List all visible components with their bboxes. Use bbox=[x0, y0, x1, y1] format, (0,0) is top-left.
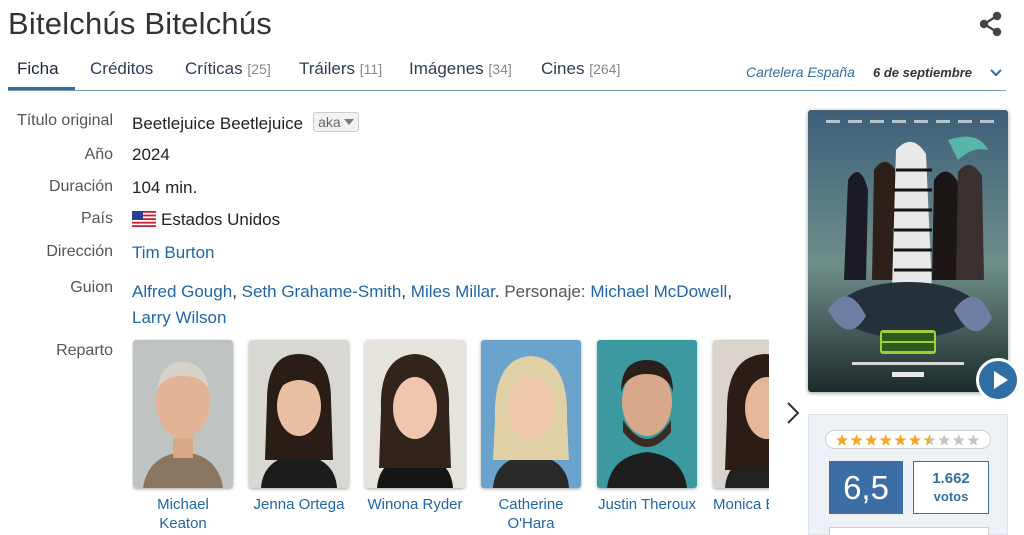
tab-cines[interactable]: Cines [264] bbox=[541, 59, 620, 79]
character-writer-link[interactable]: Larry Wilson bbox=[132, 308, 226, 327]
label-screenplay: Guion bbox=[70, 279, 113, 296]
aka-label: aka bbox=[318, 114, 341, 130]
label-duration: Duración bbox=[48, 178, 113, 195]
portrait-image bbox=[481, 340, 581, 488]
cast-member[interactable]: Justin Theroux bbox=[597, 340, 697, 514]
dropdown-arrow-icon bbox=[343, 119, 354, 125]
tab-count: [264] bbox=[589, 61, 621, 77]
cast-member[interactable]: Monica Bellucci bbox=[713, 340, 769, 514]
character-label: Personaje: bbox=[504, 282, 586, 301]
tab-count: [25] bbox=[247, 61, 271, 77]
label-cast: Reparto bbox=[56, 342, 113, 359]
star-empty-icon bbox=[967, 434, 980, 446]
rating-box: 6,5 1.662 votos bbox=[808, 414, 1008, 535]
movie-poster[interactable] bbox=[808, 110, 1008, 392]
duration-value: 104 min. bbox=[132, 178, 198, 197]
tab-label: Créditos bbox=[90, 59, 154, 78]
star-filled-icon bbox=[909, 434, 921, 446]
cast-name-link[interactable]: Monica Bellucci bbox=[713, 495, 769, 514]
country-name: Estados Unidos bbox=[161, 210, 281, 229]
tab-label: Ficha bbox=[17, 59, 59, 78]
portrait-image bbox=[597, 340, 697, 488]
cast-photo[interactable] bbox=[481, 340, 581, 488]
portrait-image bbox=[365, 340, 465, 488]
country-value: Estados Unidos bbox=[132, 210, 280, 230]
tab-ficha[interactable]: Ficha bbox=[17, 59, 59, 79]
tab-trailers[interactable]: Tráilers [11] bbox=[299, 59, 382, 79]
label-year: Año bbox=[84, 146, 113, 163]
separator: . bbox=[494, 282, 500, 301]
tab-label: Críticas bbox=[185, 59, 243, 78]
average-score: 6,5 bbox=[829, 461, 903, 514]
cast-photo[interactable] bbox=[249, 340, 349, 488]
cast-name-link[interactable]: Jenna Ortega bbox=[249, 495, 349, 514]
label-country: País bbox=[80, 210, 113, 227]
star-filled-icon bbox=[850, 434, 863, 446]
cast-name-link[interactable]: Justin Theroux bbox=[597, 495, 697, 514]
vote-count: 1.662 bbox=[932, 470, 970, 487]
tab-count: [34] bbox=[488, 61, 512, 77]
cast-member[interactable]: Catherine O'Hara bbox=[481, 340, 581, 533]
rating-histogram bbox=[829, 527, 989, 535]
tab-label: Imágenes bbox=[409, 59, 484, 78]
cast-photo[interactable] bbox=[713, 340, 769, 488]
cast-photo[interactable] bbox=[365, 340, 465, 488]
star-icons bbox=[836, 434, 980, 446]
tab-imagenes[interactable]: Imágenes [34] bbox=[409, 59, 512, 79]
cast-name-link[interactable]: Winona Ryder bbox=[365, 495, 465, 514]
poster-image bbox=[808, 110, 1008, 392]
chevron-right-icon[interactable] bbox=[782, 398, 804, 428]
us-flag-icon bbox=[132, 211, 156, 227]
portrait-image bbox=[249, 340, 349, 488]
cast-name-link[interactable]: Catherine O'Hara bbox=[481, 495, 581, 533]
active-tab-indicator bbox=[8, 87, 75, 90]
cast-name-link[interactable]: Michael Keaton bbox=[133, 495, 233, 533]
tab-bar: Ficha Créditos Críticas [25] Tráilers [1… bbox=[8, 52, 1006, 91]
original-title-text: Beetlejuice Beetlejuice bbox=[132, 114, 304, 133]
vote-count-link[interactable]: 1.662 votos bbox=[913, 461, 989, 514]
character-writer-link[interactable]: Michael McDowell bbox=[590, 282, 727, 301]
cast-photo[interactable] bbox=[133, 340, 233, 488]
screenplay-credits: Alfred Gough, Seth Grahame-Smith, Miles … bbox=[132, 282, 733, 327]
portrait-image bbox=[133, 340, 233, 488]
star-filled-icon bbox=[865, 434, 878, 446]
star-filled-icon bbox=[894, 434, 907, 446]
share-icon[interactable] bbox=[978, 11, 1004, 37]
cast-member[interactable]: Jenna Ortega bbox=[249, 340, 349, 514]
tab-creditos[interactable]: Créditos bbox=[90, 59, 153, 79]
cast-photo[interactable] bbox=[597, 340, 697, 488]
tab-count: [11] bbox=[359, 61, 383, 77]
star-empty-icon bbox=[952, 434, 965, 446]
writer-link[interactable]: Miles Millar bbox=[411, 282, 495, 301]
tab-criticas[interactable]: Críticas [25] bbox=[185, 59, 271, 79]
portrait-image bbox=[713, 340, 769, 488]
label-original-title: Título original bbox=[16, 112, 113, 129]
cast-carousel: Michael Keaton Jenna Ortega Winona Ryder bbox=[132, 330, 769, 535]
page-header: Bitelchús Bitelchús bbox=[0, 0, 1024, 48]
cast-member[interactable]: Michael Keaton bbox=[133, 340, 233, 533]
director-link[interactable]: Tim Burton bbox=[132, 243, 215, 263]
play-trailer-button[interactable] bbox=[976, 358, 1020, 402]
writer-link[interactable]: Alfred Gough bbox=[132, 282, 232, 301]
release-date: 6 de septiembre bbox=[873, 65, 972, 80]
page-title: Bitelchús Bitelchús bbox=[8, 6, 272, 41]
star-filled-icon bbox=[879, 434, 892, 446]
star-filled-icon bbox=[836, 434, 848, 446]
original-title: Beetlejuice Beetlejuice aka bbox=[132, 112, 359, 134]
year-value: 2024 bbox=[132, 145, 170, 164]
label-director: Dirección bbox=[46, 243, 113, 260]
aka-dropdown[interactable]: aka bbox=[313, 112, 359, 132]
tab-label: Cines bbox=[541, 59, 585, 78]
writer-link[interactable]: Seth Grahame-Smith bbox=[242, 282, 402, 301]
votes-label: votos bbox=[933, 489, 969, 504]
release-region-link[interactable]: Cartelera España bbox=[746, 64, 855, 80]
star-rating-bar bbox=[825, 430, 991, 449]
cast-member[interactable]: Winona Ryder bbox=[365, 340, 465, 514]
chevron-down-icon[interactable] bbox=[989, 66, 1003, 80]
star-empty-icon bbox=[938, 434, 951, 446]
tab-label: Tráilers bbox=[299, 59, 356, 78]
